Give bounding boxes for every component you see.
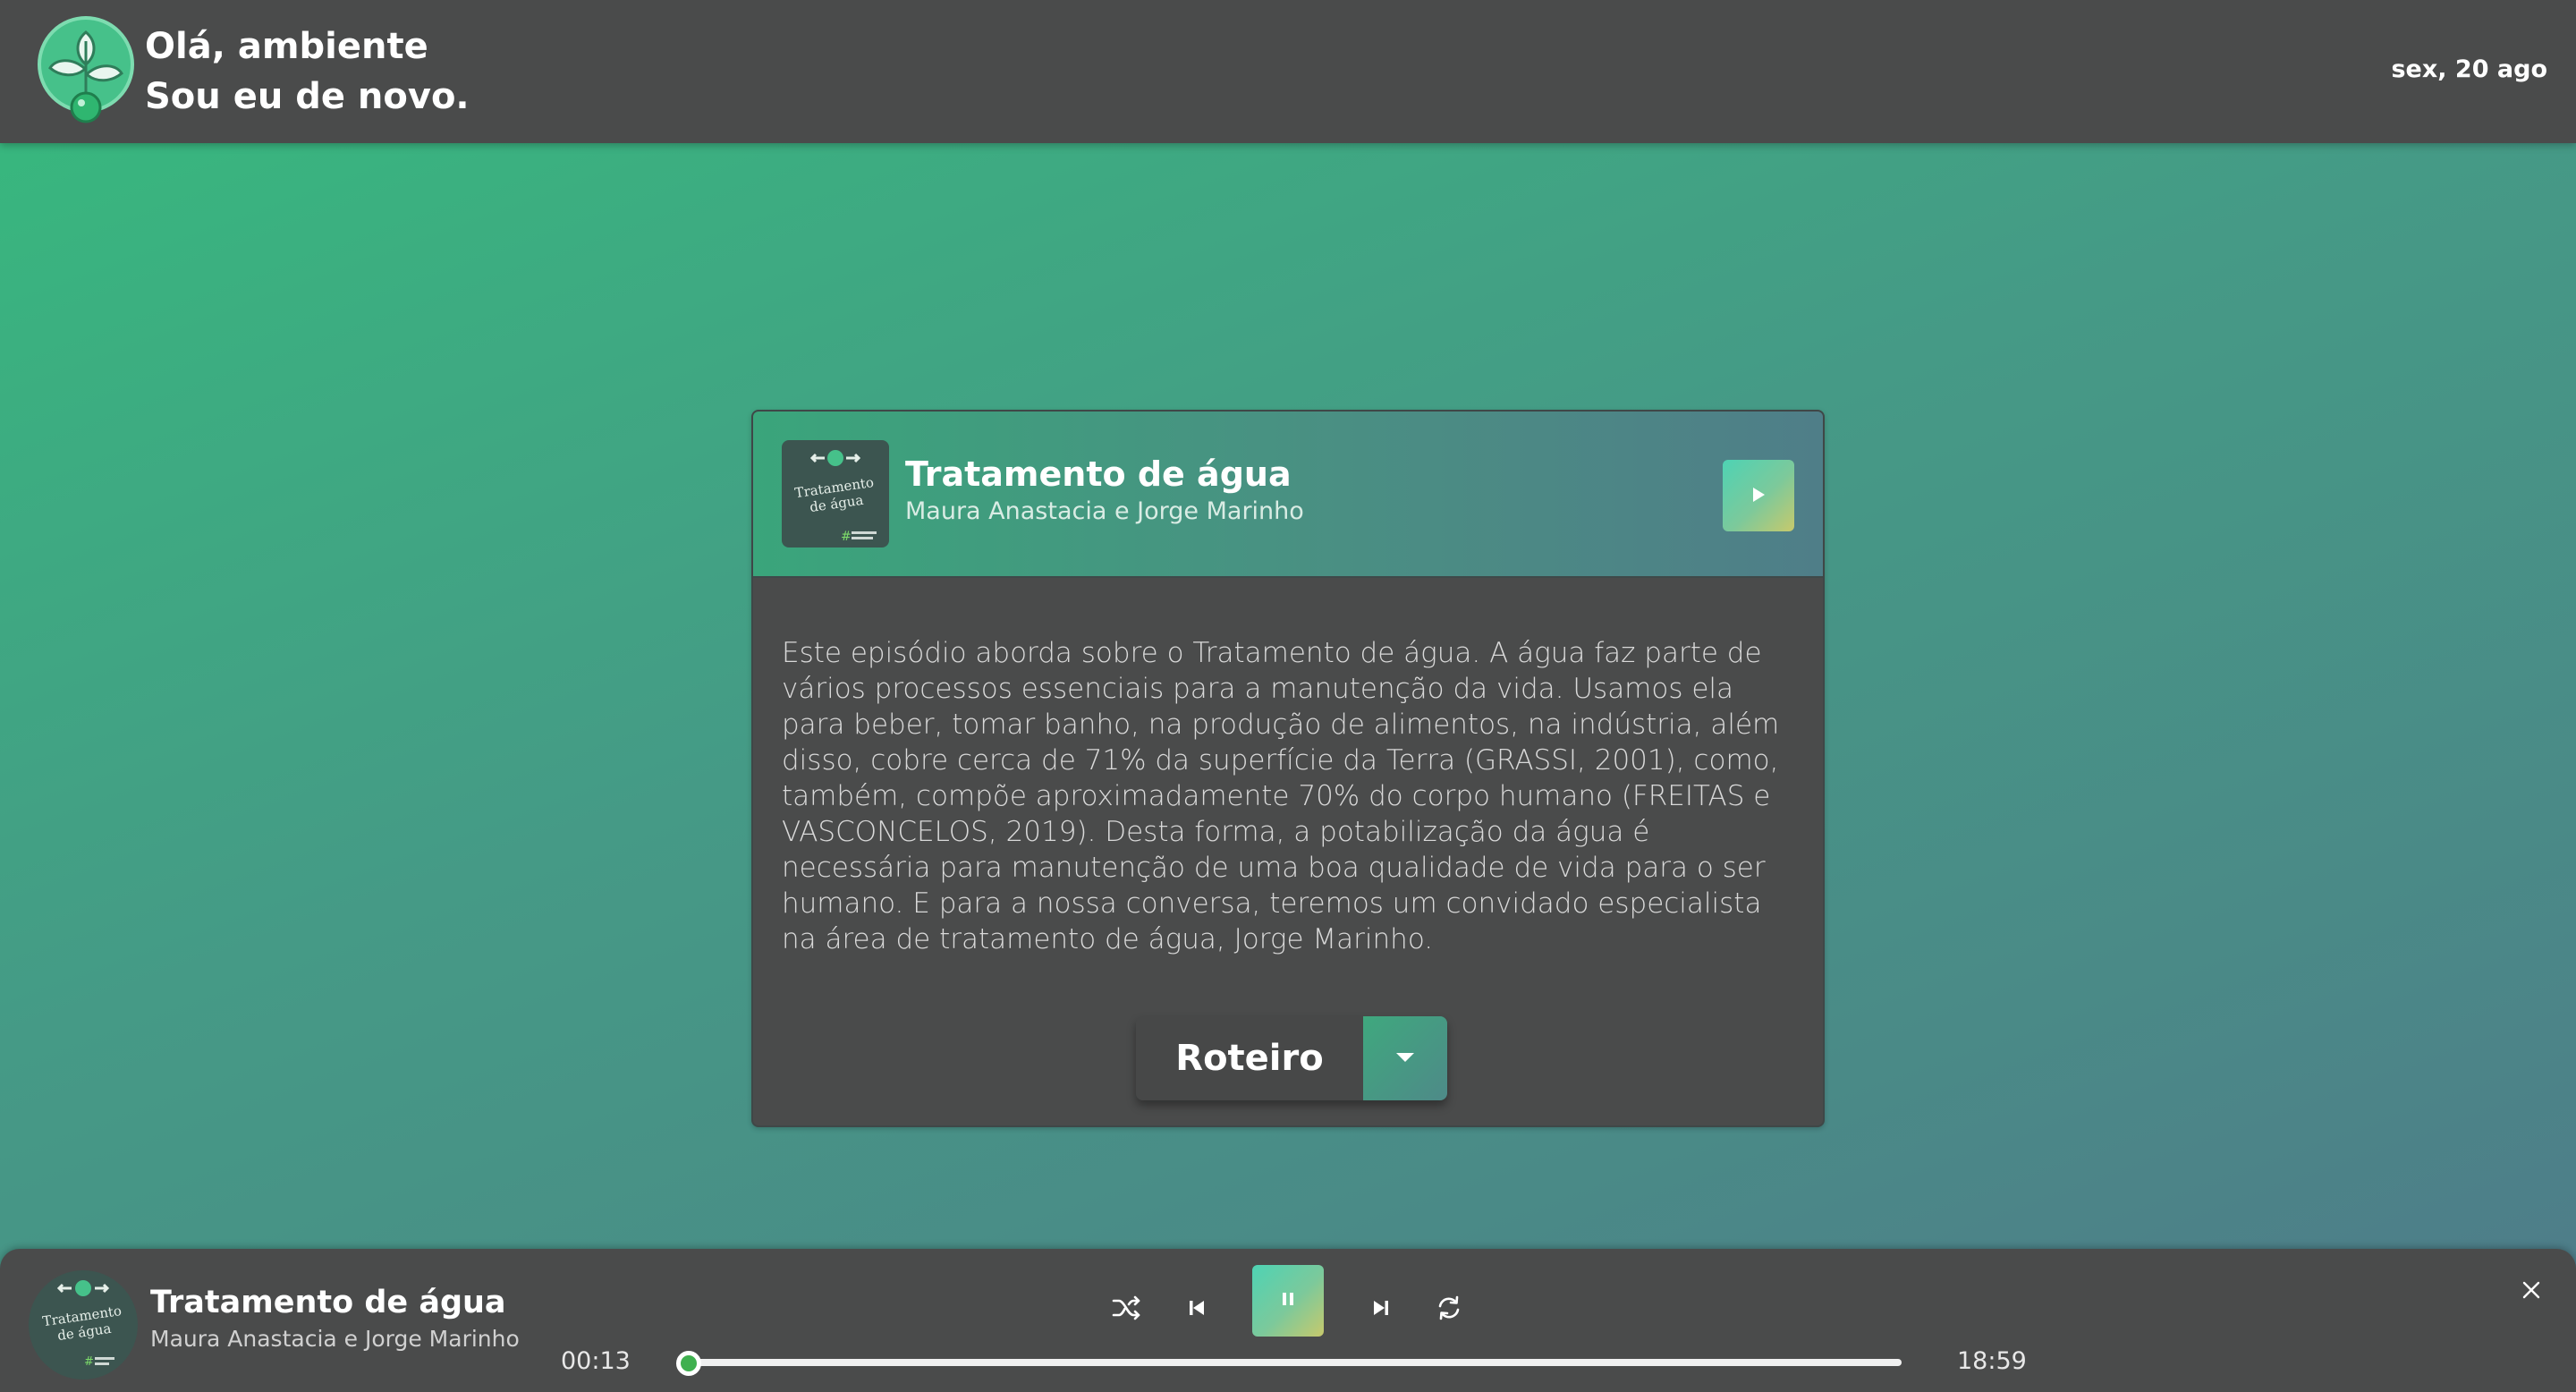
next-button[interactable] [1356,1285,1406,1335]
current-time: 00:13 [561,1347,631,1375]
close-player-button[interactable] [2512,1272,2551,1311]
player-cover: # Tratamento de água [29,1270,138,1379]
next-icon [1371,1298,1391,1321]
greeting-line-1: Olá, ambiente [145,26,428,67]
roteiro-dropdown[interactable]: Roteiro [1136,1016,1447,1100]
episode-description: Este episódio aborda sobre o Tratamento … [782,637,1780,955]
roteiro-toggle-button[interactable] [1363,1016,1447,1100]
progress-thumb[interactable] [676,1351,701,1376]
close-icon [2521,1280,2541,1303]
player-title: Tratamento de água [150,1285,506,1320]
pause-icon [1281,1291,1295,1311]
episode-card: # Tratamento de água Tratamento de água … [751,410,1825,1127]
plant-bulb-icon [36,14,136,125]
shuffle-button[interactable] [1102,1285,1152,1335]
episode-title: Tratamento de água [905,454,1292,494]
player-authors: Maura Anastacia e Jorge Marinho [150,1326,520,1352]
current-date: sex, 20 ago [2391,55,2547,83]
greeting-line-2: Sou eu de novo. [145,76,470,117]
svg-text:#: # [841,530,852,544]
episode-cover: # Tratamento de água [782,440,889,547]
repeat-button[interactable] [1424,1285,1474,1335]
audio-player: # Tratamento de água Tratamento de água … [0,1249,2576,1392]
repeat-icon [1436,1294,1462,1325]
play-icon [1750,486,1767,506]
episode-card-header: # Tratamento de água Tratamento de água … [753,412,1823,578]
greeting: Olá, ambiente Sou eu de novo. [145,21,470,122]
caret-down-icon [1394,1050,1416,1067]
previous-button[interactable] [1172,1285,1222,1335]
shuffle-icon [1112,1295,1142,1324]
roteiro-label: Roteiro [1136,1016,1363,1100]
top-header: Olá, ambiente Sou eu de novo. sex, 20 ag… [0,0,2576,143]
episode-authors: Maura Anastacia e Jorge Marinho [905,497,1304,525]
previous-icon [1187,1298,1207,1321]
play-button[interactable] [1723,460,1794,531]
progress-bar[interactable] [689,1359,1902,1366]
total-time: 18:59 [1957,1347,2027,1375]
pause-button[interactable] [1252,1265,1324,1337]
svg-text:#: # [84,1355,94,1369]
